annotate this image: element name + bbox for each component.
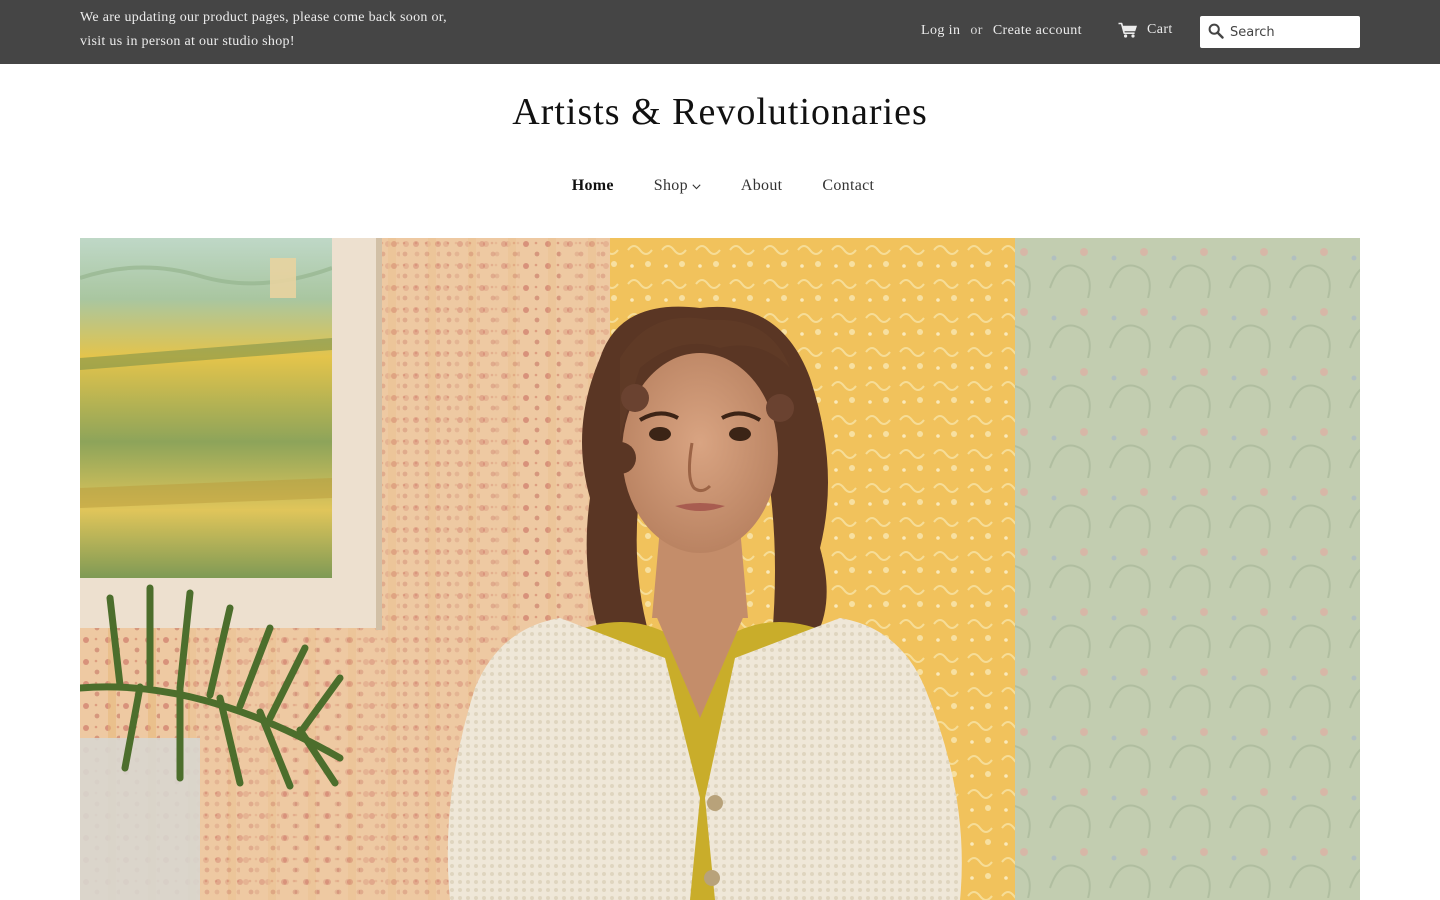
nav-home[interactable]: Home	[572, 174, 614, 198]
search-icon[interactable]	[1208, 23, 1224, 39]
hero-illustration	[80, 238, 1360, 900]
nav-shop[interactable]: Shop	[654, 174, 701, 198]
site-title[interactable]: Artists & Revolutionaries	[0, 88, 1440, 136]
top-bar: We are updating our product pages, pleas…	[0, 0, 1440, 64]
create-account-link[interactable]: Create account	[993, 23, 1082, 39]
account-links: Log in or Create account	[921, 21, 1082, 41]
announcement-message: We are updating our product pages, pleas…	[80, 6, 510, 54]
login-link[interactable]: Log in	[921, 23, 960, 39]
search-box	[1200, 16, 1360, 48]
announcement-line-2: visit us in person at our studio shop!	[80, 34, 295, 49]
chevron-down-icon	[692, 184, 701, 190]
hero-image	[80, 238, 1360, 900]
nav-contact[interactable]: Contact	[822, 174, 874, 198]
main-nav: Home Shop About Contact	[0, 174, 1440, 198]
nav-shop-label: Shop	[653, 177, 688, 194]
cart-icon	[1118, 22, 1137, 38]
cart-label: Cart	[1147, 22, 1173, 37]
cart-link[interactable]: Cart	[1118, 19, 1173, 41]
announcement-line-1: We are updating our product pages, pleas…	[80, 10, 447, 25]
search-input[interactable]	[1230, 16, 1354, 48]
or-separator: or	[970, 23, 983, 38]
nav-about[interactable]: About	[741, 174, 783, 198]
